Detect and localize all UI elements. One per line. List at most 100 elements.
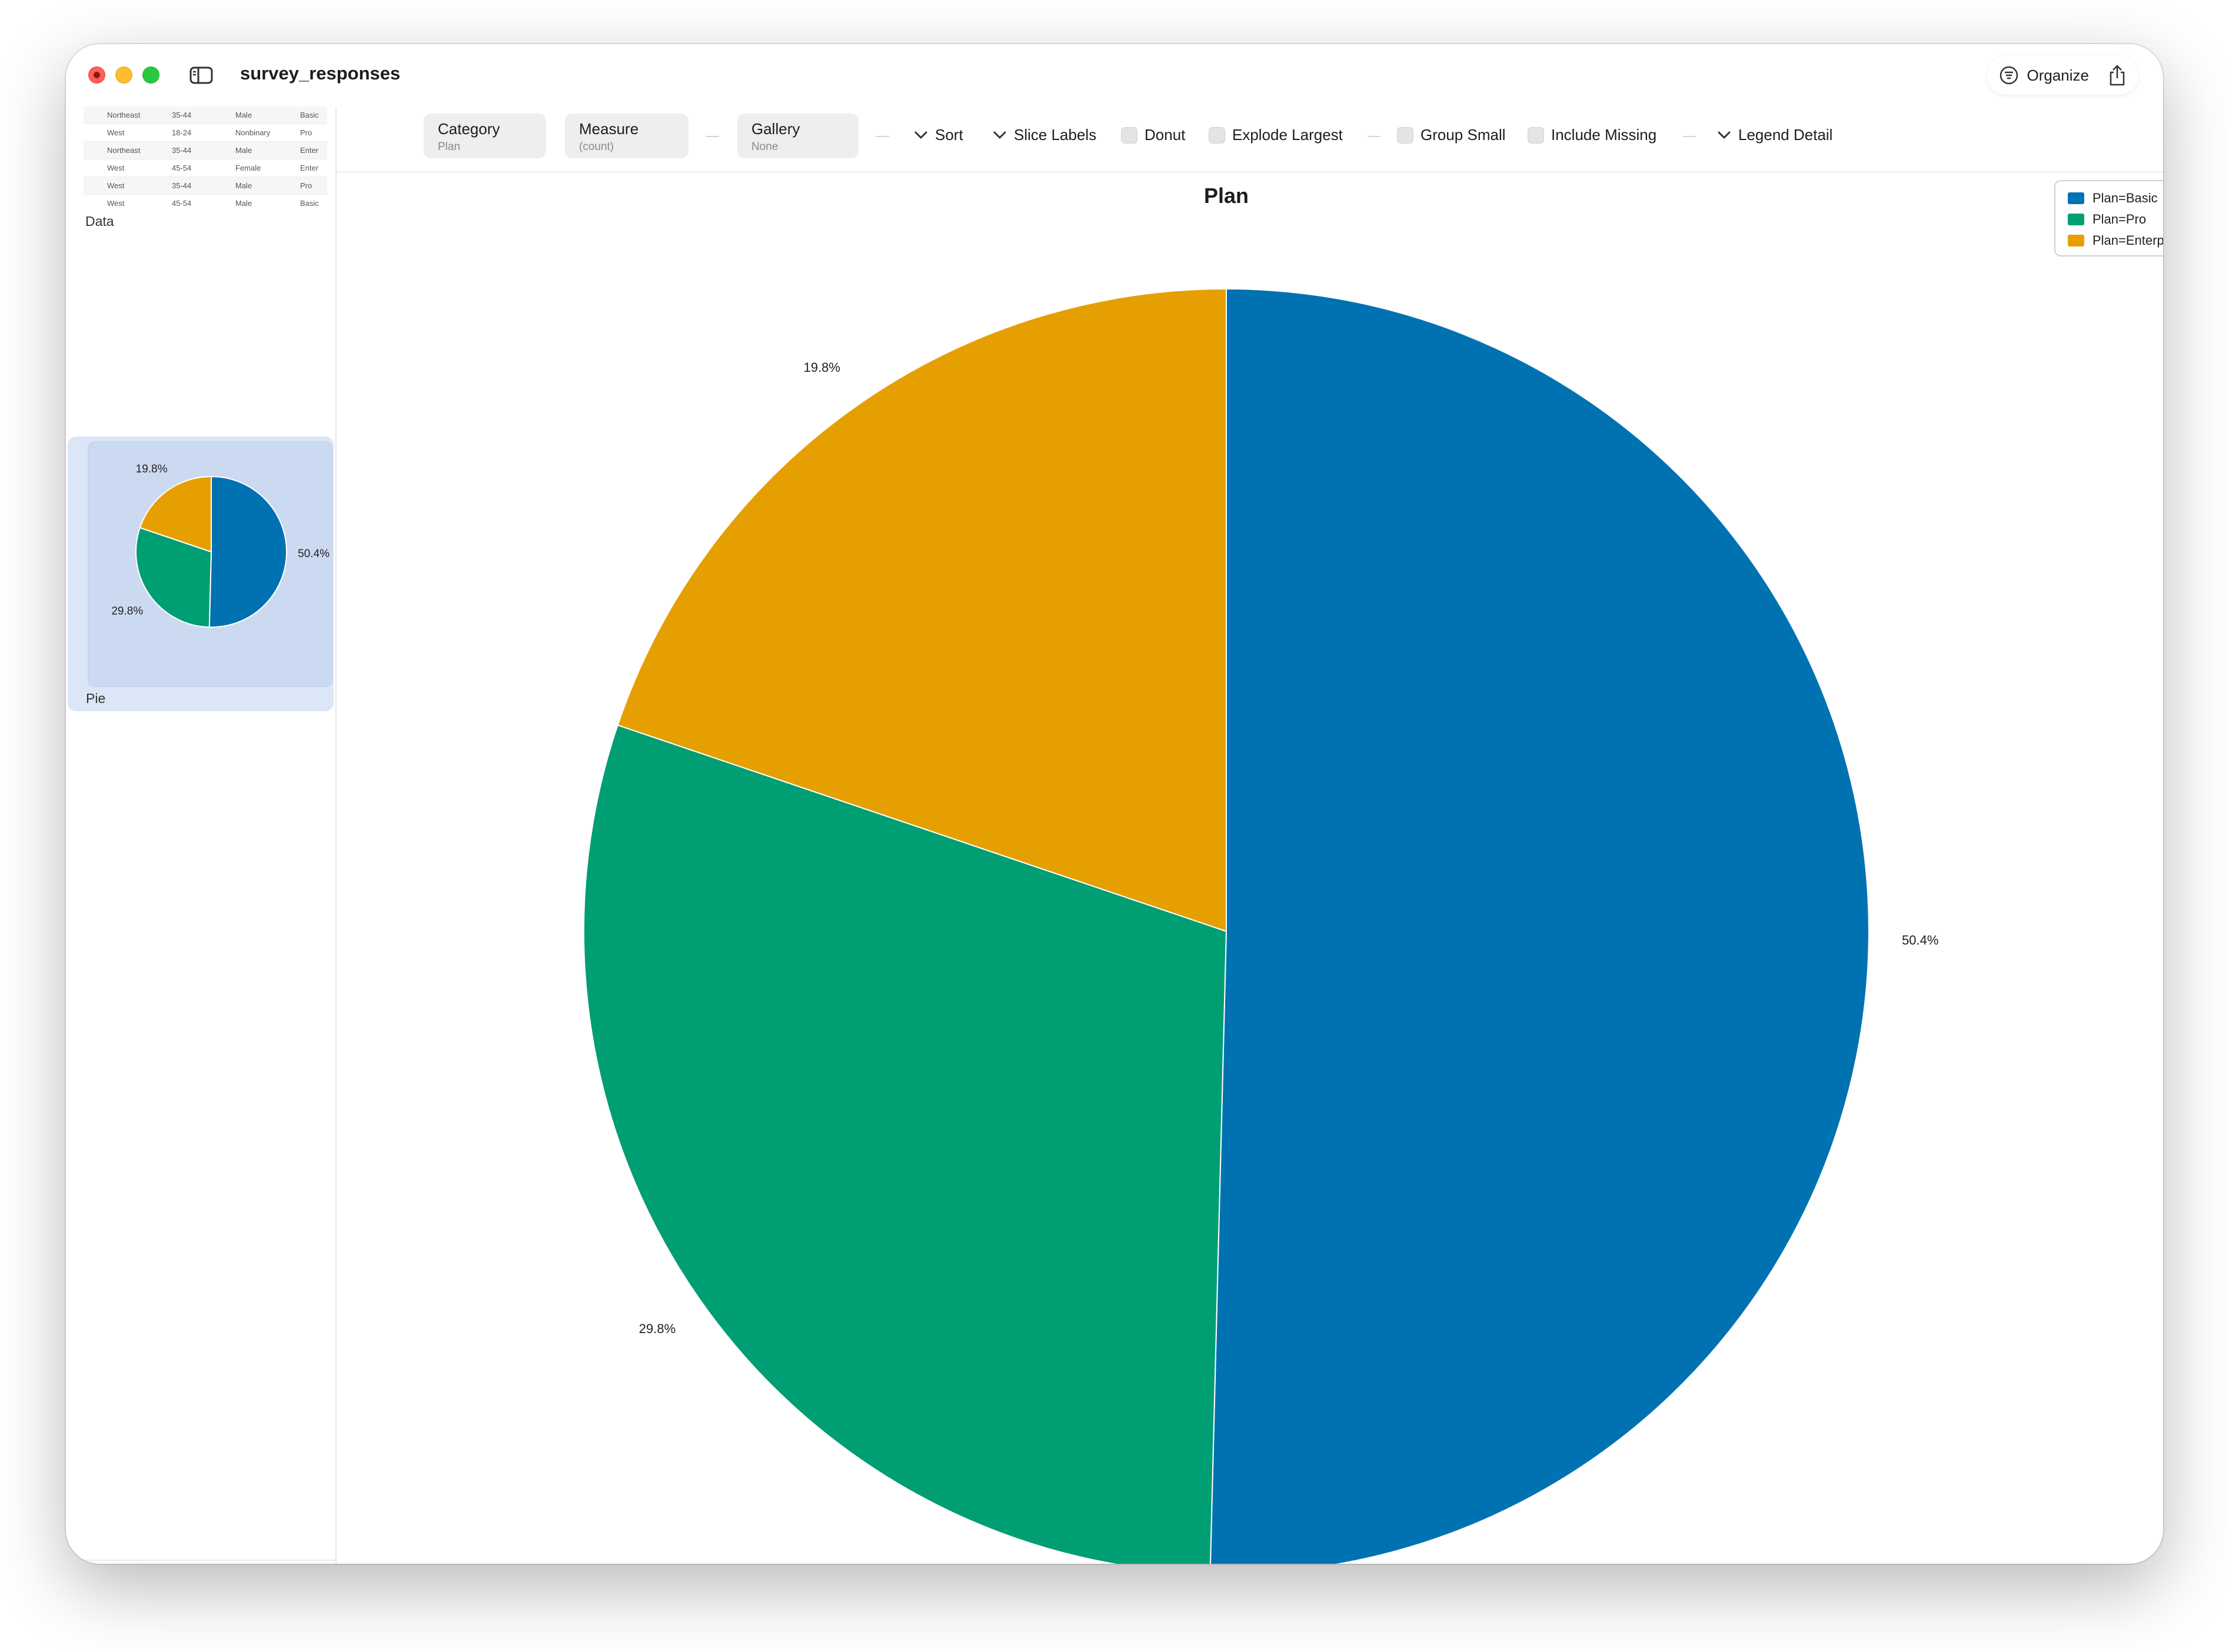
table-row: West 45-54 Male Basic bbox=[84, 194, 327, 206]
pie-slice-enterprise-label: 19.8% bbox=[804, 360, 840, 375]
organize-button[interactable]: Organize bbox=[1999, 65, 2090, 85]
legend-entry: Plan=Pro bbox=[2092, 212, 2146, 227]
sort-label: Sort bbox=[935, 126, 963, 144]
pie-chart: Plan 50.4%29.8%19.8% Plan=BasicPlan=ProP… bbox=[583, 180, 2163, 1564]
legend-detail-label: Legend Detail bbox=[1738, 126, 1833, 144]
thumb-slice-basic[interactable] bbox=[208, 475, 287, 628]
legend-swatch bbox=[2068, 192, 2084, 204]
toolbar-separator bbox=[706, 136, 719, 137]
include-missing-checkbox[interactable] bbox=[1528, 126, 1544, 144]
table-cell: 35-44 bbox=[172, 176, 235, 195]
include-missing-label: Include Missing bbox=[1551, 126, 1657, 144]
table-row: Northeast 35-44 Male Basic bbox=[84, 106, 327, 124]
data-thumbnail-label: Data bbox=[85, 214, 114, 229]
table-cell: Male bbox=[235, 194, 300, 206]
toolbar-separator bbox=[876, 136, 889, 137]
zoom-window-button[interactable] bbox=[142, 66, 159, 84]
chart-toolbar: Category Plan Measure (count) Gallery No… bbox=[337, 106, 2163, 172]
pie-slice-basic-label: 50.4% bbox=[1902, 933, 1938, 948]
chevron-down-icon bbox=[914, 131, 927, 138]
pie-thumbnail[interactable]: 50.4% 29.8% 19.8% bbox=[88, 441, 332, 687]
table-cell: Male bbox=[235, 106, 300, 124]
data-thumbnail[interactable]: Northeast 35-44 Male Basic West 18-24 Nonbinar… bbox=[84, 106, 327, 206]
table-cell: Northeast bbox=[84, 141, 172, 159]
category-picker-value: Plan bbox=[438, 141, 461, 153]
chart-canvas: Plan 50.4% 29.8% 19.8% Plan=Basic Plan=Pro P… bbox=[337, 172, 2163, 1564]
table-cell: Enter bbox=[300, 159, 327, 177]
table-cell: 35-44 bbox=[172, 141, 235, 159]
table-cell: West bbox=[84, 124, 172, 142]
group-small-label: Group Small bbox=[1420, 126, 1506, 144]
title-bar: survey_responses Organize bbox=[66, 44, 2163, 106]
donut-label: Donut bbox=[1145, 126, 1186, 144]
explode-largest-toggle[interactable]: Explode Largest bbox=[1209, 126, 1343, 144]
titlebar-actions: Organize bbox=[1987, 56, 2138, 95]
donut-toggle[interactable]: Donut bbox=[1121, 126, 1185, 144]
table-cell: 45-54 bbox=[172, 159, 235, 177]
table-cell: 18-24 bbox=[172, 124, 235, 142]
table-cell: Northeast bbox=[84, 106, 172, 124]
table-cell: 45-54 bbox=[172, 194, 235, 206]
table-cell: Pro bbox=[300, 176, 327, 195]
measure-picker-title: Measure bbox=[579, 120, 639, 138]
table-cell: Enter bbox=[300, 141, 327, 159]
gallery-picker-title: Gallery bbox=[751, 120, 800, 138]
app-window: survey_responses Organize Northeast 35-4… bbox=[66, 44, 2163, 1564]
sidebar: Northeast 35-44 Male Basic West 18-24 Nonbinar… bbox=[66, 106, 337, 1564]
table-row: West 45-54 Female Enter bbox=[84, 159, 327, 177]
slice-labels-menu[interactable]: Slice Labels bbox=[993, 126, 1096, 144]
table-cell: Nonbinary bbox=[235, 124, 300, 142]
table-cell: Basic bbox=[300, 194, 327, 206]
explode-largest-checkbox[interactable] bbox=[1209, 126, 1225, 144]
chart-title: Plan bbox=[1204, 184, 1249, 208]
toolbar-separator bbox=[1368, 136, 1380, 137]
table-cell: Pro bbox=[300, 124, 327, 142]
organize-label: Organize bbox=[2027, 66, 2090, 84]
donut-checkbox[interactable] bbox=[1121, 126, 1137, 144]
thumb-slice-enterprise-label: 19.8% bbox=[136, 463, 168, 475]
group-small-checkbox[interactable] bbox=[1397, 126, 1413, 144]
legend-entry: Plan=Enterprise bbox=[2092, 233, 2163, 248]
chevron-down-icon bbox=[993, 131, 1006, 138]
chevron-down-icon bbox=[1718, 131, 1731, 138]
legend-entry: Plan=Basic bbox=[2092, 191, 2158, 205]
measure-picker[interactable]: Measure (count) bbox=[565, 114, 688, 158]
table-cell: Basic bbox=[300, 106, 327, 124]
category-picker-title: Category bbox=[438, 120, 500, 138]
explode-largest-label: Explode Largest bbox=[1232, 126, 1343, 144]
minimize-window-button[interactable] bbox=[115, 66, 132, 84]
pie-slice-basic[interactable] bbox=[1209, 288, 1869, 1564]
table-cell: Male bbox=[235, 176, 300, 195]
window-title: survey_responses bbox=[240, 63, 401, 84]
share-icon bbox=[2110, 65, 2125, 86]
sidebar-icon bbox=[189, 66, 213, 84]
legend-swatch bbox=[2068, 235, 2084, 247]
sort-menu[interactable]: Sort bbox=[914, 126, 963, 144]
pie-thumbnail-chart: 50.4% 29.8% 19.8% bbox=[111, 463, 330, 628]
organize-icon bbox=[2000, 66, 2018, 85]
measure-picker-value: (count) bbox=[579, 141, 614, 153]
table-cell: West bbox=[84, 159, 172, 177]
table-cell: West bbox=[84, 194, 172, 206]
group-small-toggle[interactable]: Group Small bbox=[1397, 126, 1506, 144]
pie-thumbnail-label: Pie bbox=[86, 691, 106, 706]
include-missing-toggle[interactable]: Include Missing bbox=[1528, 126, 1656, 144]
close-window-button[interactable] bbox=[88, 66, 105, 84]
data-preview-table: Northeast 35-44 Male Basic West 18-24 Nonbinar… bbox=[84, 106, 327, 206]
table-cell: 35-44 bbox=[172, 106, 235, 124]
legend-detail-menu[interactable]: Legend Detail bbox=[1717, 126, 1832, 144]
pie-sidebar-item[interactable]: 50.4% 29.8% 19.8% Pie bbox=[68, 437, 334, 711]
gallery-picker-value: None bbox=[751, 141, 779, 153]
gallery-picker[interactable]: Gallery None bbox=[737, 114, 859, 158]
table-row: West 35-44 Male Pro bbox=[84, 176, 327, 195]
slice-labels-label: Slice Labels bbox=[1014, 126, 1097, 144]
table-cell: Male bbox=[235, 141, 300, 159]
chart-legend: Plan=Basic Plan=Pro Plan=Enterprise bbox=[2054, 180, 2163, 257]
table-cell: Female bbox=[235, 159, 300, 177]
thumb-slice-basic-label: 50.4% bbox=[298, 548, 330, 560]
toolbar-separator bbox=[1683, 136, 1696, 137]
category-picker[interactable]: Category Plan bbox=[424, 114, 546, 158]
thumb-slice-pro-label: 29.8% bbox=[111, 605, 143, 617]
share-button[interactable] bbox=[2108, 64, 2127, 86]
sidebar-toggle-button[interactable] bbox=[179, 59, 224, 91]
